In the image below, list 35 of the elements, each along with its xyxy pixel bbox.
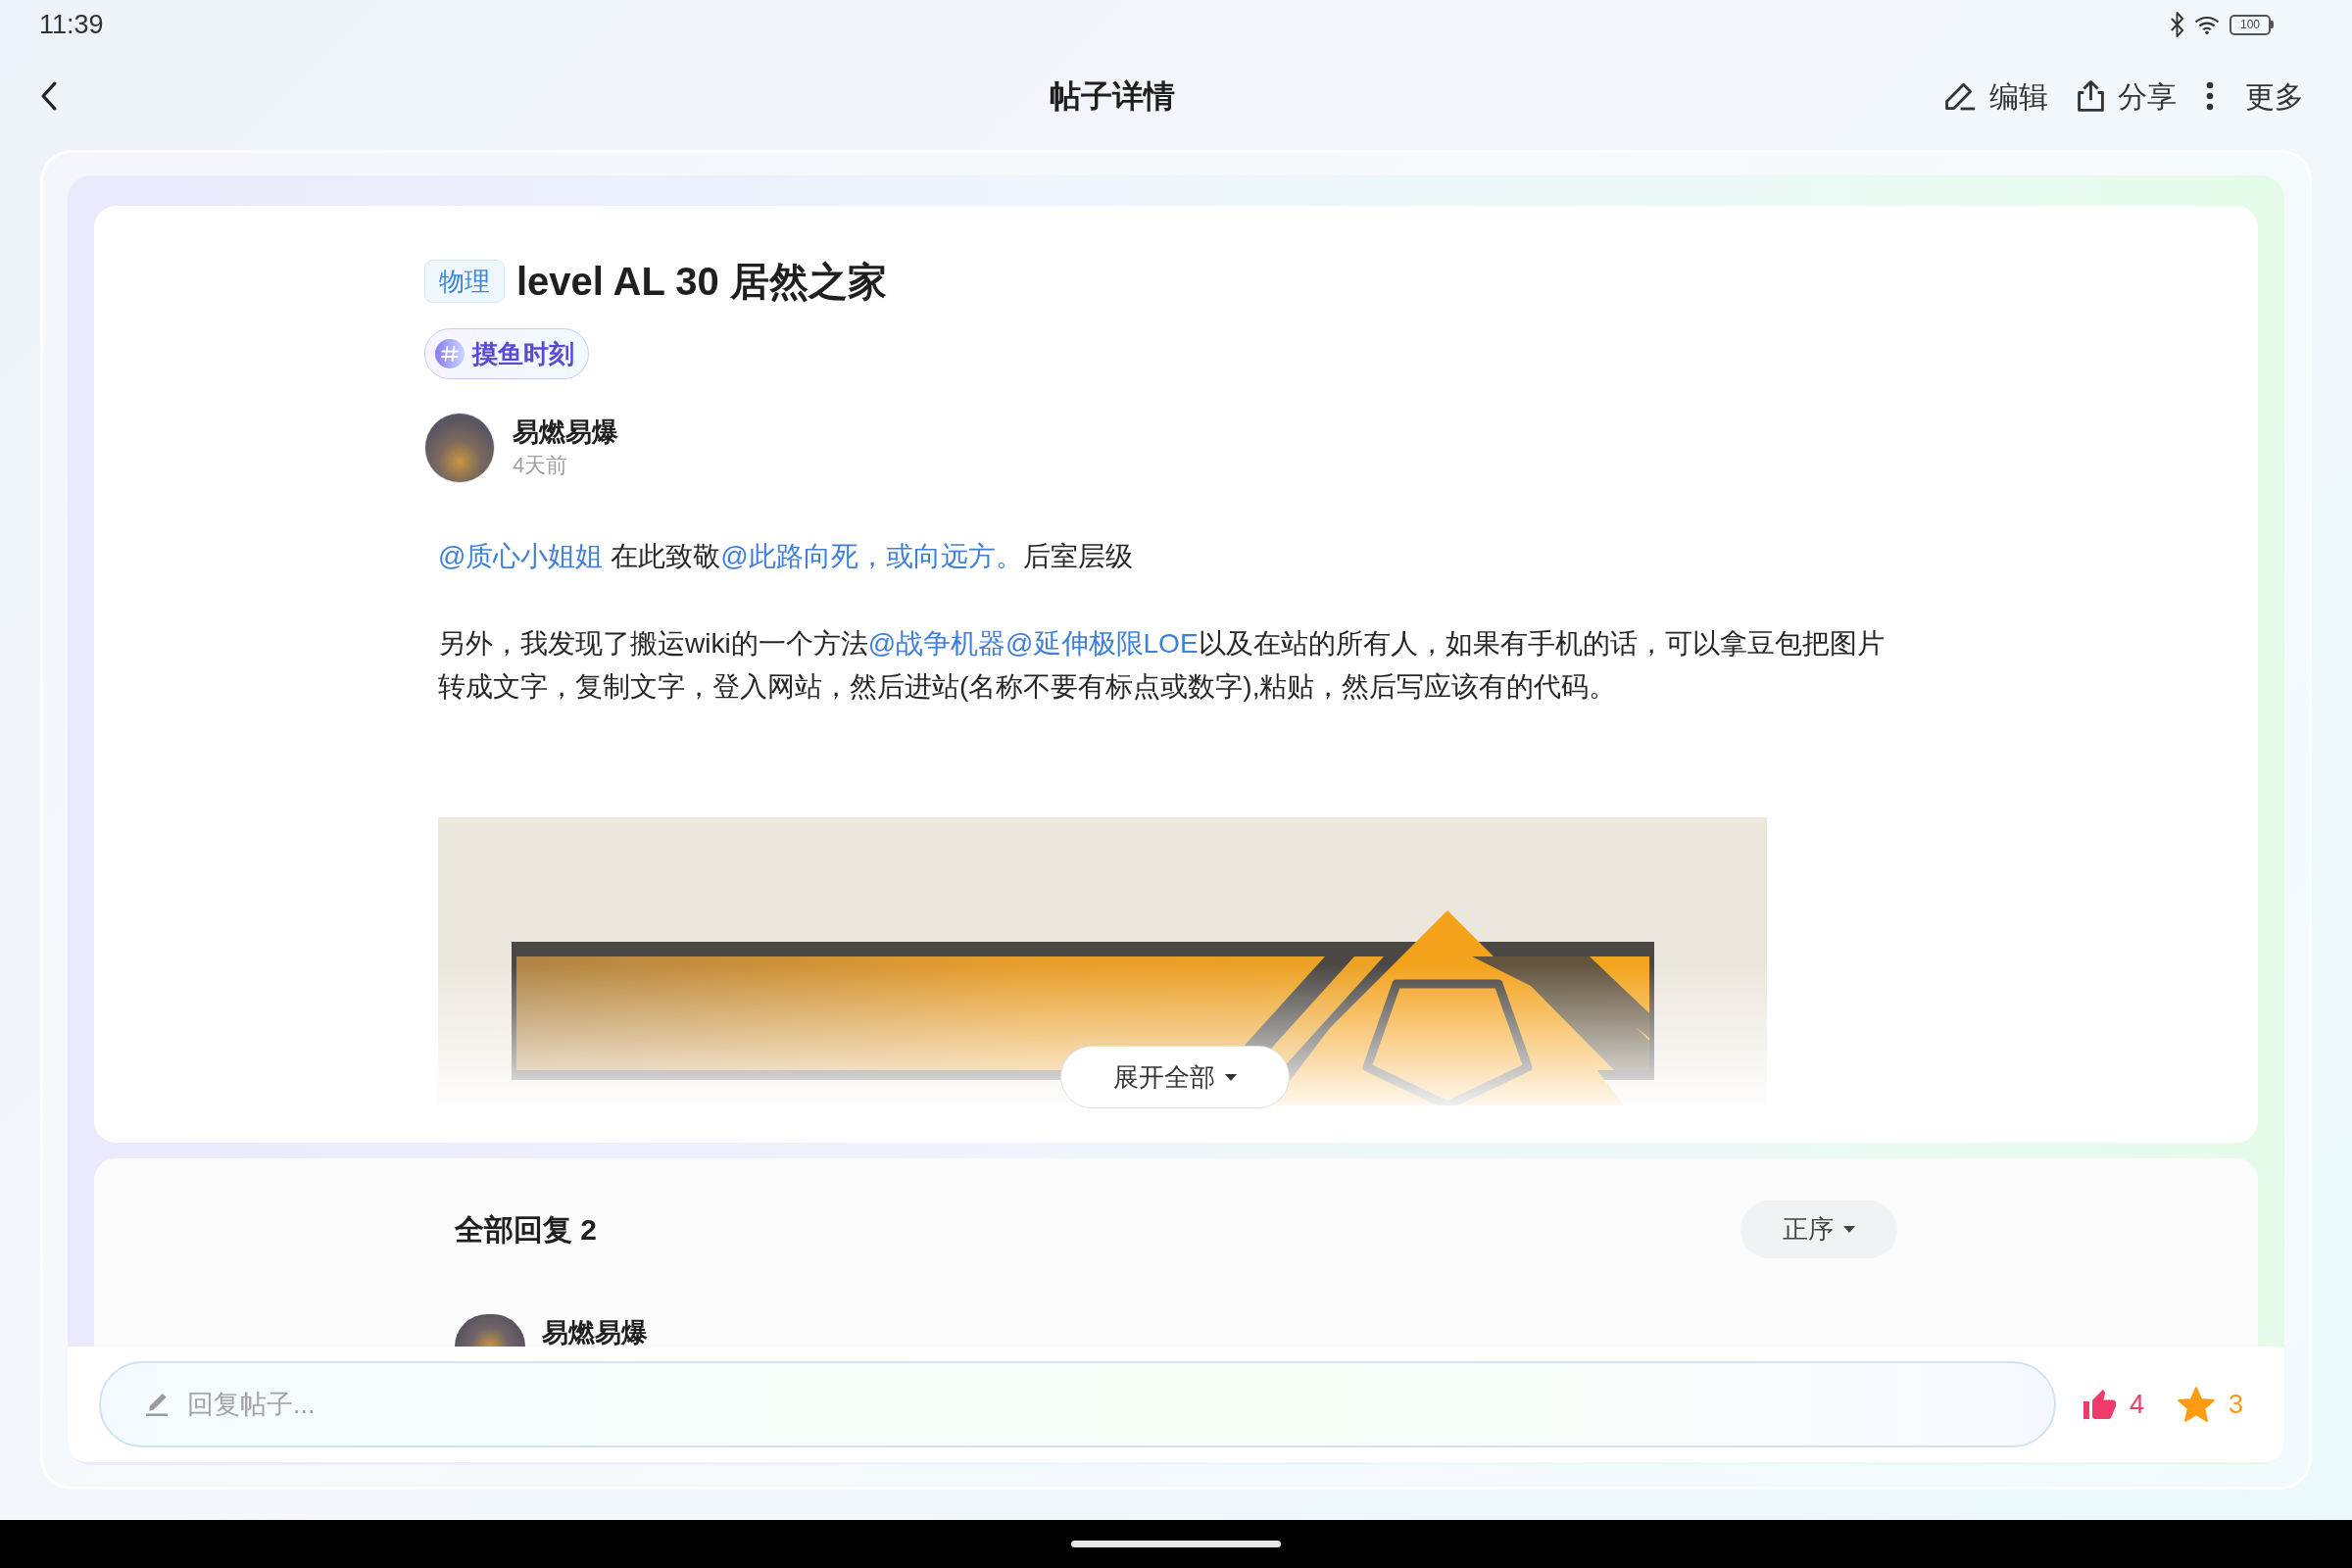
share-icon bbox=[2078, 80, 2104, 112]
topic-tag[interactable]: 摸鱼时刻 bbox=[424, 328, 589, 379]
bluetooth-icon bbox=[2170, 12, 2184, 37]
category-tag[interactable]: 物理 bbox=[424, 260, 505, 303]
replies-heading: 全部回复 2 bbox=[455, 1212, 598, 1248]
thumbs-up-icon bbox=[2082, 1390, 2116, 1419]
mention-link[interactable]: @延伸极限LOE bbox=[1005, 628, 1199, 659]
battery-indicator: 100 bbox=[2230, 14, 2274, 35]
caret-icon bbox=[1225, 1073, 1237, 1081]
edit-button[interactable]: 编辑 bbox=[1945, 74, 2048, 119]
share-button[interactable]: 分享 bbox=[2078, 74, 2177, 119]
clock-time: 11:39 bbox=[39, 8, 104, 41]
hashtag-icon bbox=[435, 339, 465, 368]
post-paragraph: 另外，我发现了搬运wiki的一个方法@战争机器@延伸极限LOE以及在站的所有人，如果有手机的话，可以拿豆包把图片转成文字，复制文字，登入网站，然后进站(名称不要有标点或数字),粘贴，然后写应该有的代码。 bbox=[438, 627, 1886, 704]
expand-all-button[interactable]: 展开全部 bbox=[1060, 1046, 1290, 1108]
post-title: level AL 30 居然之家 bbox=[516, 259, 887, 305]
more-icon bbox=[2206, 81, 2214, 111]
like-button[interactable]: 4 bbox=[2082, 1384, 2144, 1425]
author-name[interactable]: 易燃易爆 bbox=[542, 1319, 648, 1347]
reply-input-field[interactable]: 回复帖子... bbox=[99, 1361, 2056, 1447]
star-icon bbox=[2177, 1387, 2215, 1422]
mention-link[interactable]: @此路向死，或向远方。 bbox=[720, 541, 1023, 571]
pencil-icon bbox=[146, 1394, 168, 1416]
post-time: 4天前 bbox=[513, 452, 569, 479]
wifi-icon bbox=[2194, 15, 2220, 34]
sort-button[interactable]: 正序 bbox=[1740, 1200, 1897, 1258]
mention-link[interactable]: @战争机器 bbox=[867, 628, 1006, 659]
page-title: 帖子详情 bbox=[1050, 77, 1175, 116]
post-paragraph: @质心小姐姐 在此致敬@此路向死，或向远方。后室层级 bbox=[438, 540, 1134, 573]
more-button[interactable]: 更多 bbox=[2206, 74, 2304, 119]
back-icon[interactable] bbox=[41, 81, 57, 111]
caret-icon bbox=[1843, 1226, 1855, 1233]
edit-icon bbox=[1945, 81, 1976, 111]
mention-link[interactable]: @质心小姐姐 bbox=[438, 541, 604, 571]
author-name[interactable]: 易燃易爆 bbox=[513, 415, 618, 450]
